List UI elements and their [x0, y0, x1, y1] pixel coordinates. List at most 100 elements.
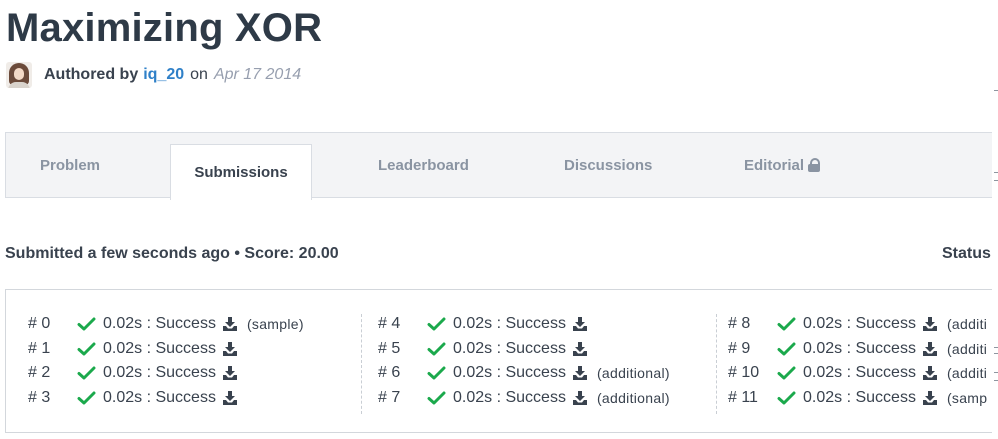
download-icon[interactable]	[922, 316, 938, 332]
testcase-tag: (additi	[946, 365, 988, 382]
testcase-row: # 5 0.02s : Success	[356, 337, 701, 362]
author-link[interactable]: iq_20	[143, 66, 184, 84]
tab-leaderboard[interactable]: Leaderboard	[378, 133, 469, 197]
testcase-tag: (additi	[946, 340, 988, 357]
testcase-number: # 6	[378, 364, 401, 382]
testcase-row: # 7 0.02s : Success (additional)	[356, 386, 701, 411]
testcase-result: 0.02s : Success	[803, 315, 916, 333]
avatar[interactable]	[6, 62, 32, 88]
author-row: Authored by iq_20 on Apr 17 2014	[6, 60, 301, 90]
testcase-row: # 6 0.02s : Success (additional)	[356, 361, 701, 386]
testcase-number: # 9	[728, 339, 751, 357]
scrollbar[interactable]	[992, 0, 998, 439]
testcase-result: 0.02s : Success	[453, 339, 566, 357]
check-icon	[427, 391, 446, 405]
tab-submissions-label: Submissions	[194, 164, 288, 181]
download-icon[interactable]	[222, 365, 238, 381]
testcase-tag: (additi	[946, 316, 988, 333]
testcase-number: # 1	[28, 339, 51, 357]
tab-discussions[interactable]: Discussions	[564, 133, 652, 197]
scroll-mark	[994, 380, 998, 381]
scroll-mark	[994, 347, 998, 348]
testcase-result: 0.02s : Success	[453, 364, 566, 382]
download-icon[interactable]	[222, 390, 238, 406]
testcase-number: # 7	[378, 388, 401, 406]
testcase-result: 0.02s : Success	[803, 388, 916, 406]
page: Maximizing XOR Authored by iq_20 on Apr …	[0, 0, 998, 439]
testcase-tag: (sample)	[246, 316, 304, 333]
testcase-number: # 3	[28, 388, 51, 406]
status-heading: Status	[942, 245, 991, 262]
testcase-result: 0.02s : Success	[103, 388, 216, 406]
testcase-number: # 4	[378, 315, 401, 333]
testcase-number: # 10	[728, 364, 760, 382]
authored-by-label: Authored by	[44, 66, 139, 83]
testcase-column-2: # 4 0.02s : Success # 5 0.02s : Success # 6 0…	[356, 312, 701, 410]
download-icon[interactable]	[572, 341, 588, 357]
submission-summary: Submitted a few seconds ago • Score: 20.…	[5, 245, 339, 262]
testcase-row: # 0 0.02s : Success (sample)	[6, 312, 351, 337]
testcase-row: # 3 0.02s : Success	[6, 386, 351, 411]
testcase-row: # 1 0.02s : Success	[6, 337, 351, 362]
check-icon	[77, 342, 96, 356]
testcase-tag: (additional)	[596, 389, 670, 406]
testcase-result: 0.02s : Success	[453, 315, 566, 333]
testcase-result: 0.02s : Success	[103, 339, 216, 357]
check-icon	[777, 317, 796, 331]
tab-submissions[interactable]: Submissions	[170, 144, 312, 200]
scroll-mark	[994, 372, 998, 373]
testcase-number: # 11	[728, 388, 758, 406]
testcase-result: 0.02s : Success	[453, 388, 566, 406]
testcase-number: # 5	[378, 339, 401, 357]
check-icon	[77, 366, 96, 380]
scroll-mark	[994, 353, 998, 354]
check-icon	[77, 317, 96, 331]
check-icon	[427, 366, 446, 380]
testcase-result: 0.02s : Success	[103, 315, 216, 333]
author-date: Apr 17 2014	[213, 66, 302, 83]
download-icon[interactable]	[572, 316, 588, 332]
download-icon[interactable]	[922, 341, 938, 357]
tab-problem[interactable]: Problem	[40, 133, 100, 197]
testcase-row: # 4 0.02s : Success	[356, 312, 701, 337]
testcase-number: # 8	[728, 315, 751, 333]
download-icon[interactable]	[222, 341, 238, 357]
testcase-row: # 8 0.02s : Success (additi	[706, 312, 998, 337]
testcase-row: # 11 0.02s : Success (samp	[706, 386, 998, 411]
check-icon	[777, 366, 796, 380]
tab-editorial[interactable]: Editorial	[744, 133, 821, 197]
testcase-row: # 10 0.02s : Success (additi	[706, 361, 998, 386]
check-icon	[427, 342, 446, 356]
check-icon	[77, 391, 96, 405]
scroll-mark	[994, 180, 998, 181]
download-icon[interactable]	[922, 365, 938, 381]
download-icon[interactable]	[572, 390, 588, 406]
testcase-row: # 9 0.02s : Success (additi	[706, 337, 998, 362]
tab-bar: Problem Submissions Leaderboard Discussi…	[5, 132, 998, 200]
testcase-result: 0.02s : Success	[803, 339, 916, 357]
download-icon[interactable]	[222, 316, 238, 332]
testcase-result: 0.02s : Success	[103, 364, 216, 382]
testcase-row: # 2 0.02s : Success	[6, 361, 351, 386]
check-icon	[777, 391, 796, 405]
testcase-number: # 2	[28, 364, 51, 382]
download-icon[interactable]	[922, 390, 938, 406]
testcase-column-1: # 0 0.02s : Success (sample) # 1 0.02s : Suc…	[6, 312, 351, 410]
check-icon	[427, 317, 446, 331]
scroll-mark	[994, 90, 998, 91]
tab-editorial-label: Editorial	[744, 156, 805, 174]
testcase-column-3: # 8 0.02s : Success (additi # 9 0.02s : Succ…	[706, 312, 998, 410]
on-label: on	[190, 66, 208, 83]
lock-icon	[808, 158, 821, 172]
testcase-number: # 0	[28, 315, 51, 333]
page-title: Maximizing XOR	[6, 6, 323, 50]
testcase-results: # 0 0.02s : Success (sample) # 1 0.02s : Suc…	[5, 289, 998, 433]
testcase-result: 0.02s : Success	[803, 364, 916, 382]
tab-problem-label: Problem	[40, 156, 101, 174]
tab-leaderboard-label: Leaderboard	[378, 156, 469, 174]
testcase-tag: (samp	[946, 389, 988, 406]
scroll-mark	[994, 172, 998, 173]
tab-discussions-label: Discussions	[564, 156, 653, 174]
check-icon	[777, 342, 796, 356]
download-icon[interactable]	[572, 365, 588, 381]
